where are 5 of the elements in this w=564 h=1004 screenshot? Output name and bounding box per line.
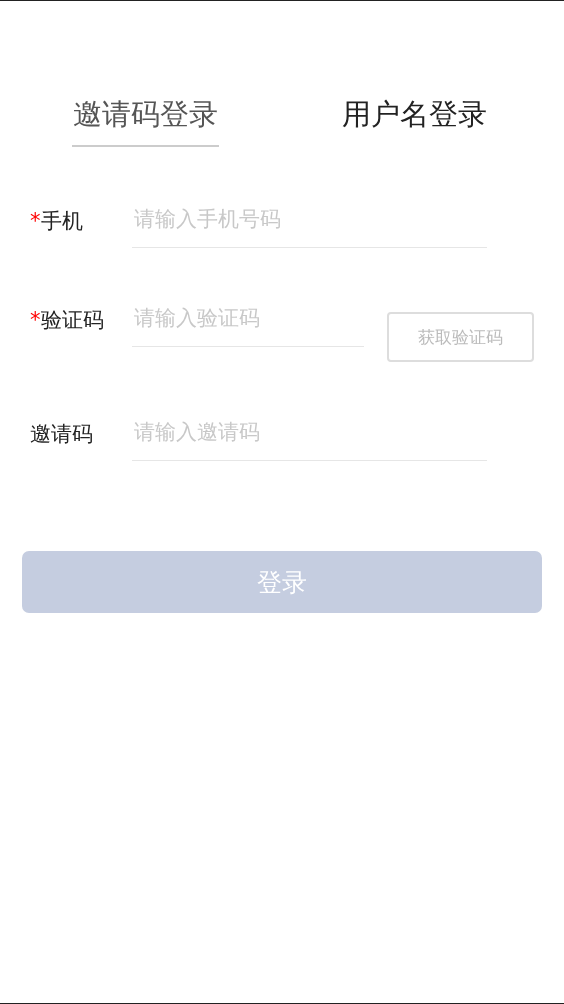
login-tab[interactable]: 用户名登录 bbox=[341, 91, 488, 147]
field-label: 邀请码 bbox=[30, 421, 94, 448]
login-tab[interactable]: 邀请码登录 bbox=[72, 91, 219, 147]
field-label: *验证码 bbox=[30, 307, 105, 334]
field-label: *手机 bbox=[30, 208, 84, 235]
